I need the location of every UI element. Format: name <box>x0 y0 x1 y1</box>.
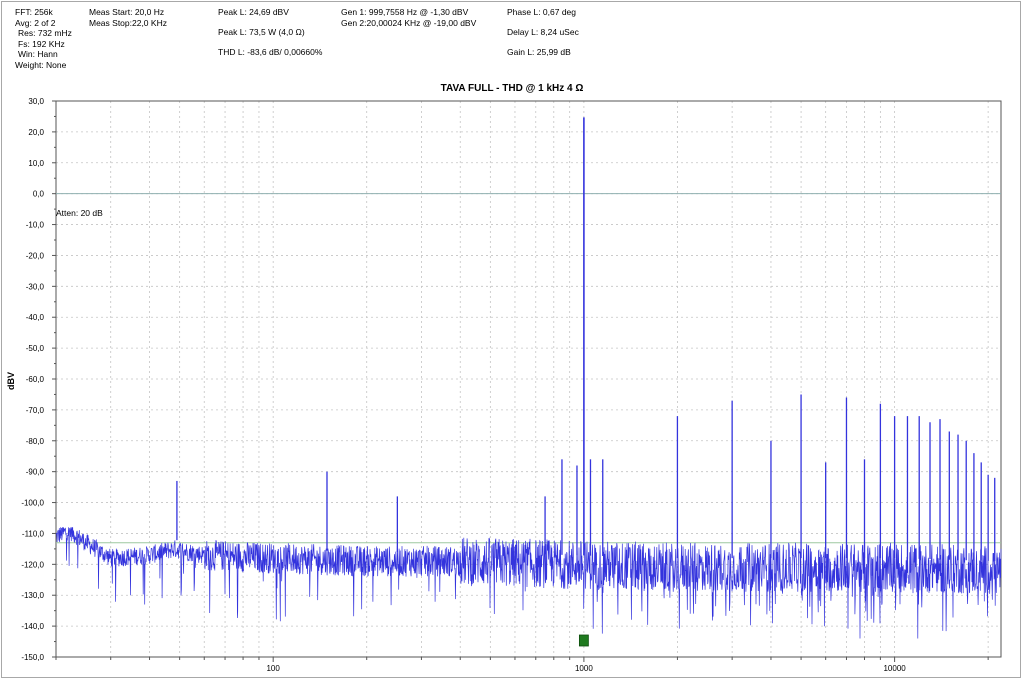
x-tick-label: 1000 <box>575 664 593 673</box>
y-tick-label: -70,0 <box>26 406 45 415</box>
spectrum-trace-layer <box>55 117 1002 639</box>
y-tick-label: -40,0 <box>26 313 45 322</box>
y-tick-label: 0,0 <box>33 190 45 199</box>
y-tick-label: -110,0 <box>22 529 45 538</box>
y-tick-label: 20,0 <box>28 128 44 137</box>
y-tick-label: -130,0 <box>21 591 44 600</box>
y-tick-label: -120,0 <box>21 560 44 569</box>
y-tick-label: -10,0 <box>26 221 45 230</box>
x-tick-label: 10000 <box>883 664 906 673</box>
y-axis-label: dBV <box>6 372 16 390</box>
y-tick-label: 30,0 <box>28 97 44 106</box>
frequency-marker <box>578 634 589 647</box>
y-tick-label: -60,0 <box>26 375 45 384</box>
axis-layer: 30,0 20,0 10,0 0,0 -10,0 -20,0 -30,0 -40,0 -50,0… <box>21 97 1002 673</box>
y-tick-label: -140,0 <box>21 622 44 631</box>
x-tick-label: 100 <box>266 664 280 673</box>
noise-floor-trace <box>55 527 1002 639</box>
chart-title: TAVA FULL - THD @ 1 kHz 4 Ω <box>441 83 584 94</box>
y-tick-label: -80,0 <box>26 437 45 446</box>
reference-lines <box>56 193 1001 544</box>
y-tick-label: -20,0 <box>26 251 45 260</box>
attenuation-annotation: Atten: 20 dB <box>56 208 103 218</box>
y-tick-label: 10,0 <box>28 159 44 168</box>
y-tick-label: -50,0 <box>26 344 45 353</box>
marker-layer <box>578 634 589 647</box>
y-tick-label: -90,0 <box>26 468 45 477</box>
y-tick-label: -100,0 <box>21 499 44 508</box>
fft-spectrum-chart: TAVA FULL - THD @ 1 kHz 4 Ω dBV 30,0 20,0… <box>6 83 1002 673</box>
y-tick-label: -150,0 <box>21 653 44 662</box>
y-tick-label: -30,0 <box>26 282 45 291</box>
